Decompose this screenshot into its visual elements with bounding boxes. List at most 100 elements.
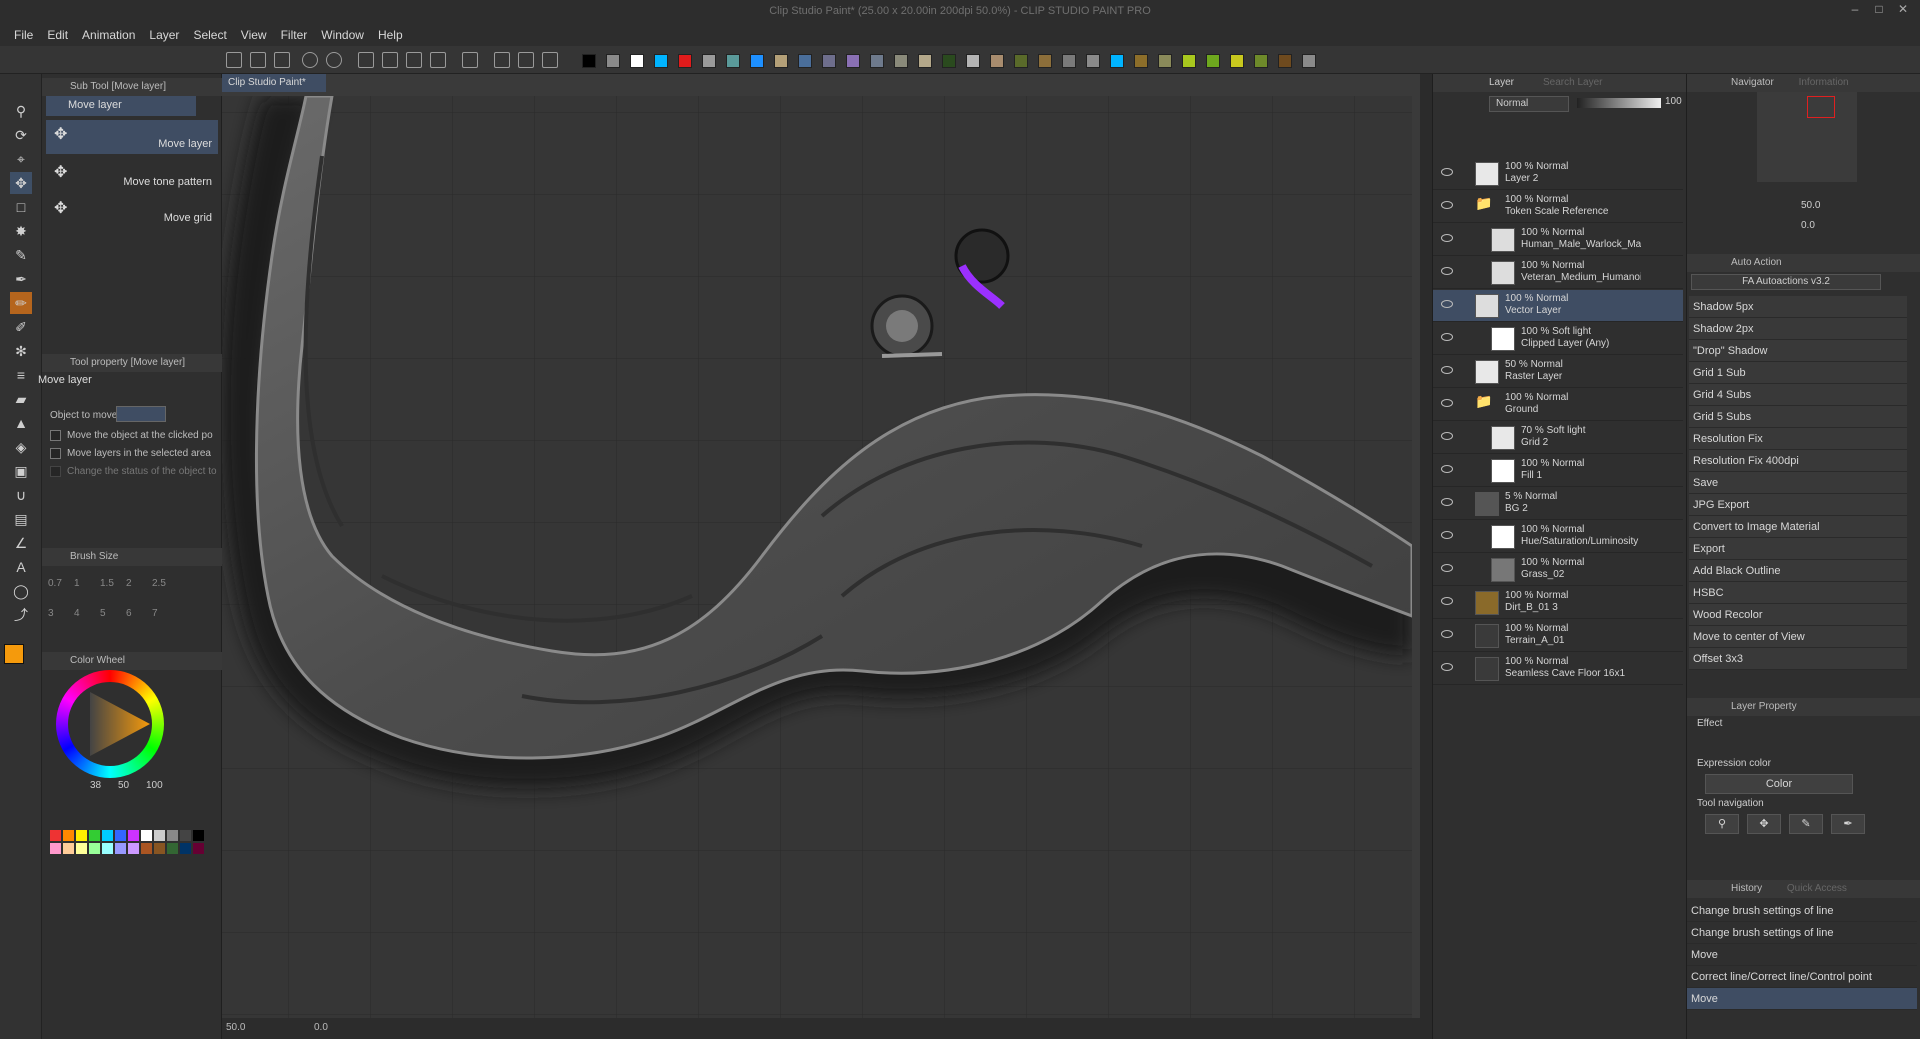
history-item[interactable]: Move [1687,944,1917,966]
zoom-readout[interactable]: 50.0 [226,1022,245,1033]
auto-select-tool-icon[interactable]: ✸ [10,220,32,242]
brush-size-option[interactable]: 1.5 [100,578,114,589]
fill-tool-icon[interactable]: ◈ [10,436,32,458]
palette-swatch[interactable] [1302,54,1316,68]
blend-mode-select[interactable]: Normal [1489,96,1569,112]
auto-action-item[interactable]: Shadow 2px [1689,318,1907,340]
tool-nav-object-icon[interactable]: ✎ [1789,814,1823,834]
quick-access-tab[interactable]: Quick Access [1787,883,1847,894]
palette-swatch[interactable] [822,54,836,68]
layer-row[interactable]: 100 % Normal Fill 1 [1433,455,1683,487]
gradient-tool-icon[interactable]: ▣ [10,460,32,482]
crop-icon[interactable] [430,52,446,68]
layer-tab[interactable]: Layer [1489,77,1514,88]
menu-select[interactable]: Select [189,24,236,46]
auto-action-item[interactable]: JPG Export [1689,494,1907,516]
color-set-swatch[interactable] [89,843,100,854]
eye-icon[interactable] [1441,564,1453,572]
palette-swatch[interactable] [918,54,932,68]
ruler-snap-icon[interactable] [542,52,558,68]
subtool-move-layer[interactable]: ✥ Move layer [46,120,218,154]
color-set-swatch[interactable] [50,830,61,841]
correct-line-tool-icon[interactable]: ⤴ [10,604,32,626]
eye-icon[interactable] [1441,531,1453,539]
eye-icon[interactable] [1441,168,1453,176]
eye-icon[interactable] [1441,399,1453,407]
color-wheel[interactable] [56,670,164,778]
palette-swatch[interactable] [678,54,692,68]
palette-swatch[interactable] [1230,54,1244,68]
brush-size-option[interactable]: 0.7 [48,578,62,589]
palette-swatch[interactable] [1158,54,1172,68]
auto-action-set-select[interactable]: FA Autoactions v3.2 [1691,274,1881,290]
color-set-swatch[interactable] [115,830,126,841]
eye-icon[interactable] [1441,234,1453,242]
palette-swatch[interactable] [1134,54,1148,68]
stabilize-icon[interactable] [494,52,510,68]
history-item[interactable]: Change brush settings of line [1687,900,1917,922]
object-to-move-selector[interactable] [116,406,166,422]
color-set-swatch[interactable] [63,843,74,854]
palette-swatch[interactable] [606,54,620,68]
auto-action-item[interactable]: "Drop" Shadow [1689,340,1907,362]
palette-swatch[interactable] [726,54,740,68]
color-set-grid[interactable] [42,810,212,870]
eye-icon[interactable] [1441,267,1453,275]
eye-icon[interactable] [1441,432,1453,440]
move-tool-icon[interactable]: ✥ [10,172,32,194]
figure-tool-icon[interactable]: ∪ [10,484,32,506]
auto-action-item[interactable]: Shadow 5px [1689,296,1907,318]
palette-swatch[interactable] [1110,54,1124,68]
menu-file[interactable]: File [10,24,43,46]
color-set-swatch[interactable] [63,830,74,841]
rotate-tool-icon[interactable]: ⟳ [10,124,32,146]
main-color-swatch[interactable] [4,644,24,664]
color-set-swatch[interactable] [89,830,100,841]
palette-swatch[interactable] [870,54,884,68]
checkbox[interactable] [50,430,61,441]
brush-size-option[interactable]: 4 [74,608,80,619]
subtool-move-grid[interactable]: ✥ Move grid [46,194,218,228]
history-item[interactable]: Move [1687,988,1917,1010]
color-set-swatch[interactable] [180,843,191,854]
drawing-canvas[interactable] [222,96,1412,1030]
eye-icon[interactable] [1441,630,1453,638]
menu-layer[interactable]: Layer [145,24,189,46]
eye-icon[interactable] [1441,333,1453,341]
palette-swatch[interactable] [1086,54,1100,68]
layer-row[interactable]: 100 % Normal Vector Layer [1433,290,1683,322]
color-set-swatch[interactable] [76,830,87,841]
text-tool-icon[interactable]: A [10,556,32,578]
selection-tool-icon[interactable]: □ [10,196,32,218]
opacity-value[interactable]: 100 [1665,96,1682,107]
transform-icon[interactable] [382,52,398,68]
brush-size-option[interactable]: 2.5 [152,578,166,589]
palette-swatch[interactable] [966,54,980,68]
tool-nav-select-icon[interactable]: ⚲ [1705,814,1739,834]
palette-swatch[interactable] [1014,54,1028,68]
layer-row[interactable]: 100 % NormalSeamless Cave Floor 16x16 2 [1433,653,1683,685]
eyedropper-tool-icon[interactable]: ✎ [10,244,32,266]
pen-tool-icon[interactable]: ✒ [10,268,32,290]
palette-swatch[interactable] [894,54,908,68]
expression-color-select[interactable]: Color [1705,774,1853,794]
balloon-tool-icon[interactable]: ◯ [10,580,32,602]
layer-row[interactable]: 100 % Normal Terrain_A_01 [1433,620,1683,652]
color-set-swatch[interactable] [141,843,152,854]
color-set-swatch[interactable] [193,830,204,841]
palette-swatch[interactable] [1038,54,1052,68]
palette-swatch[interactable] [1182,54,1196,68]
color-set-swatch[interactable] [141,830,152,841]
checkbox[interactable] [50,448,61,459]
palette-swatch[interactable] [1062,54,1076,68]
layer-row[interactable]: 📁 100 % Normal Token Scale Reference [1433,191,1683,223]
brush-size-option[interactable]: 6 [126,608,132,619]
color-set-swatch[interactable] [154,843,165,854]
history-tab[interactable]: History [1731,883,1762,894]
navigator-preview[interactable] [1757,92,1857,182]
maximize-icon[interactable]: □ [1868,2,1890,16]
auto-action-item[interactable]: Grid 1 Sub [1689,362,1907,384]
tool-nav-pen-icon[interactable]: ✒ [1831,814,1865,834]
auto-action-item[interactable]: Resolution Fix 400dpi [1689,450,1907,472]
auto-action-item[interactable]: Export [1689,538,1907,560]
